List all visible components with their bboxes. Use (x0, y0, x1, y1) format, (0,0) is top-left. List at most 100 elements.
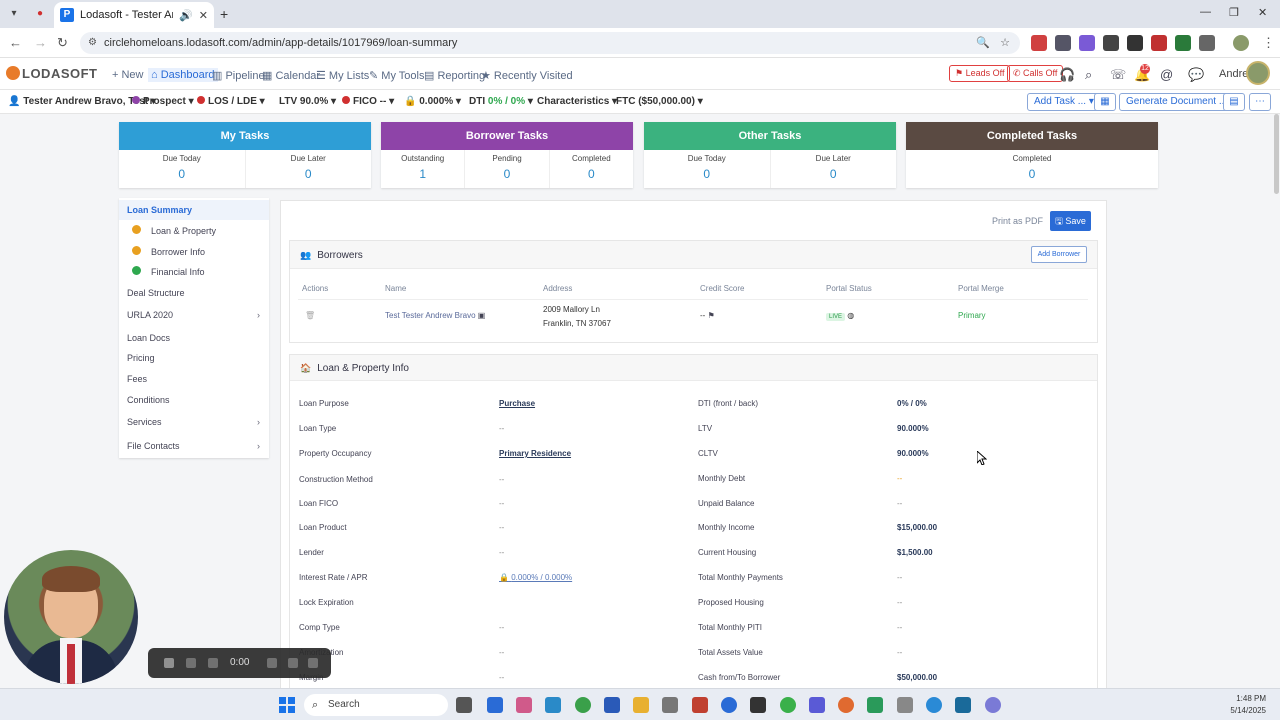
dti-dropdown[interactable]: DTI 0% / 0% ▾ (469, 96, 533, 107)
forward-icon[interactable]: → (34, 35, 47, 50)
extension-icon[interactable] (1175, 35, 1191, 51)
ltv-dropdown[interactable]: LTV 90.0% ▾ (279, 96, 336, 107)
sidebar-item-fees[interactable]: Fees (127, 374, 147, 384)
app-icon[interactable] (838, 697, 854, 713)
whatsapp-icon[interactable] (780, 697, 796, 713)
nav-calendar[interactable]: ▦ Calendar (262, 69, 320, 82)
close-tab-icon[interactable]: ✕ (199, 9, 208, 22)
stop-icon[interactable] (164, 658, 174, 668)
borrower-name-link[interactable]: Test Tester Andrew Bravo ▣ (385, 311, 485, 320)
site-info-icon[interactable]: ⚙ (88, 32, 97, 54)
bookmark-star-icon[interactable]: ☆ (1000, 32, 1010, 54)
rate-dropdown[interactable]: 🔒 0.000% ▾ (404, 96, 461, 107)
add-borrower-button[interactable]: Add Borrower (1031, 246, 1087, 263)
outlook-icon[interactable] (487, 697, 503, 713)
sidebar-item-conditions[interactable]: Conditions (127, 395, 170, 405)
profile-avatar[interactable] (1233, 35, 1249, 51)
nav-my-lists[interactable]: ☰ My Lists (316, 69, 369, 82)
loan-product-value[interactable]: -- (499, 523, 504, 532)
task-count[interactable]: 0 (246, 167, 372, 181)
maximize-icon[interactable]: ❐ (1229, 6, 1239, 19)
record-icon[interactable]: ● (32, 6, 48, 22)
headset-icon[interactable]: 🎧 (1059, 67, 1075, 83)
calculator-icon[interactable] (662, 697, 678, 713)
back-icon[interactable]: ← (9, 35, 22, 50)
sidebar-item-borrower-info[interactable]: Borrower Info (151, 247, 205, 257)
sidebar-item-loan-summary[interactable]: Loan Summary (119, 200, 269, 220)
chrome-icon[interactable] (575, 697, 591, 713)
notes-icon[interactable]: ▤ (1223, 93, 1245, 111)
nav-new[interactable]: + New (112, 69, 144, 81)
property-occupancy-value[interactable]: Primary Residence (499, 449, 571, 458)
sidebar-item-loan-docs[interactable]: Loan Docs (127, 333, 170, 343)
leads-off-button[interactable]: ⚑ Leads Off (949, 65, 1011, 82)
extension-icon[interactable] (1103, 35, 1119, 51)
close-window-icon[interactable]: ✕ (1258, 6, 1267, 19)
task-count[interactable]: 0 (906, 167, 1158, 181)
characteristics-dropdown[interactable]: Characteristics ▾ (537, 96, 617, 107)
los-dropdown[interactable]: LOS / LDE ▾ (197, 96, 265, 107)
nav-my-tools[interactable]: ✎ My Tools (369, 69, 424, 82)
pause-icon[interactable] (186, 658, 196, 668)
interest-rate-value[interactable]: 🔒 0.000% / 0.000% (499, 573, 572, 582)
my-tasks-card[interactable]: My Tasks Due Today 0 Due Later 0 (119, 122, 371, 188)
search-icon[interactable]: ⌕ (1085, 67, 1092, 83)
more-options-icon[interactable]: ⋯ (1249, 93, 1271, 111)
teams-icon[interactable] (809, 697, 825, 713)
extension-icon[interactable] (1151, 35, 1167, 51)
zoom-app-icon[interactable] (721, 697, 737, 713)
sidebar-item-loan-property[interactable]: Loan & Property (151, 226, 216, 236)
word-icon[interactable] (604, 697, 620, 713)
grid-icon[interactable] (267, 658, 277, 668)
nav-recently-visited[interactable]: ★ Recently Visited (481, 69, 573, 82)
app-icon[interactable] (897, 697, 913, 713)
task-count[interactable]: 0 (119, 167, 245, 181)
comp-type-value[interactable]: -- (499, 623, 504, 632)
app-icon[interactable] (926, 697, 942, 713)
extension-icon[interactable] (1055, 35, 1071, 51)
sidebar-item-services[interactable]: Services › (127, 417, 269, 427)
taskbar-search[interactable]: ⌕ Search (304, 694, 448, 716)
speaker-icon[interactable]: 🔊 (179, 9, 193, 22)
phone-icon[interactable]: ☏ (1110, 67, 1126, 83)
reload-icon[interactable]: ↻ (57, 35, 68, 51)
trash-icon[interactable] (308, 658, 318, 668)
extension-icon[interactable] (1031, 35, 1047, 51)
completed-tasks-card[interactable]: Completed Tasks Completed 0 (906, 122, 1158, 188)
app-icon[interactable] (545, 697, 561, 713)
sidebar-item-financial-info[interactable]: Financial Info (151, 267, 205, 277)
delete-borrower-icon[interactable]: 🗑 (305, 311, 315, 320)
windows-start-icon[interactable] (279, 697, 295, 713)
portal-merge[interactable]: Primary (958, 311, 986, 320)
task-count[interactable]: 0 (550, 167, 633, 181)
sidebar-item-deal-structure[interactable]: Deal Structure (127, 288, 185, 298)
calls-off-button[interactable]: ✆ Calls Off (1007, 65, 1064, 82)
construction-method-value[interactable]: -- (499, 475, 504, 484)
app-icon[interactable] (692, 697, 708, 713)
mention-icon[interactable]: @ (1160, 67, 1173, 82)
margin-value[interactable]: -- (499, 673, 504, 682)
chat-icon[interactable]: 💬 (1188, 67, 1204, 83)
settings-icon[interactable] (985, 697, 1001, 713)
status-dropdown[interactable]: Prospect ▾ (132, 96, 194, 107)
task-count[interactable]: 1 (381, 167, 464, 181)
address-bar[interactable]: ⚙ circlehomeloans.lodasoft.com/admin/app… (80, 32, 1020, 54)
task-count[interactable]: 0 (771, 167, 897, 181)
borrower-tasks-card[interactable]: Borrower Tasks Outstanding 1 Pending 0 Com… (381, 122, 633, 188)
task-view-icon[interactable] (456, 697, 472, 713)
tab-menu-icon[interactable]: ▾ (6, 6, 22, 22)
add-task-button[interactable]: Add Task ... ▾ (1027, 93, 1101, 111)
file-explorer-icon[interactable] (633, 697, 649, 713)
fico-dropdown[interactable]: FICO -- ▾ (342, 96, 394, 107)
nav-pipeline[interactable]: ▥ Pipeline (212, 69, 265, 82)
other-tasks-card[interactable]: Other Tasks Due Today 0 Due Later 0 (644, 122, 896, 188)
save-button[interactable]: 🖫 Save (1050, 211, 1091, 231)
excel-icon[interactable] (867, 697, 883, 713)
sidebar-item-file-contacts[interactable]: File Contacts › (127, 441, 269, 451)
minimize-icon[interactable]: — (1200, 6, 1211, 18)
app-icon[interactable] (750, 697, 766, 713)
user-avatar[interactable] (1246, 61, 1270, 85)
extensions-puzzle-icon[interactable] (1199, 35, 1215, 51)
loan-type-value[interactable]: -- (499, 424, 504, 433)
extension-icon[interactable] (1079, 35, 1095, 51)
